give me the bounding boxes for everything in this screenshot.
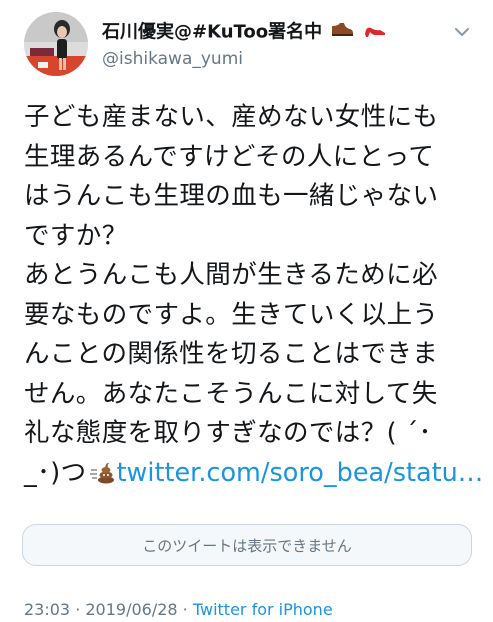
tweet-time[interactable]: 23:03 (24, 600, 70, 619)
tweet-line: 生理あるんですけどその人にとって (24, 141, 435, 172)
tweet-source-link[interactable]: Twitter for iPhone (193, 600, 333, 619)
tweet-link[interactable]: twitter.com/soro_bea/statu… (117, 458, 484, 488)
avatar[interactable] (24, 12, 88, 76)
display-name[interactable]: 石川優実@#KuToo署名中 (102, 22, 322, 43)
quoted-tweet-notice: このツイートは表示できません (142, 536, 352, 555)
chevron-down-icon[interactable] (450, 20, 474, 44)
tweet-last-line: _･)つ twitter.com/soro_bea/statu… (24, 454, 483, 498)
tweet-date[interactable]: 2019/06/28 (85, 600, 177, 619)
tweet-line: んことの関係性を切ることはできま (24, 339, 439, 369)
display-name-row[interactable]: 石川優実@#KuToo署名中 (102, 20, 387, 45)
quoted-tweet-unavailable[interactable]: このツイートは表示できません (22, 524, 472, 566)
user-names: 石川優実@#KuToo署名中 @ishikawa_yumi (102, 20, 387, 71)
tweet-line: せん。あなたこそうんこに対して失 (24, 378, 438, 409)
poop-emoji-icon (89, 458, 115, 498)
meta-separator: · (177, 600, 193, 619)
tweet-line: 子ども産まない、産めない女性にも (24, 102, 439, 132)
user-handle[interactable]: @ishikawa_yumi (102, 47, 387, 71)
tweet-line: はうんこも生理の血も一緒じゃない (24, 181, 439, 211)
tweet-meta: 23:03 · 2019/06/28 · Twitter for iPhone (24, 600, 333, 619)
tweet-header: 石川優実@#KuToo署名中 @ishikawa_yumi (24, 12, 474, 84)
meta-separator: · (70, 600, 86, 619)
mens-shoe-icon (330, 20, 354, 45)
kaomoji-text: _･)つ (24, 457, 87, 488)
tweet-text: 子ども産まない、産めない女性にも 生理あるんですけどその人にとって はうんこも生… (24, 98, 483, 498)
avatar-image (24, 12, 88, 76)
tweet-line: 礼な態度を取りすぎなのでは？( ´･ (24, 418, 432, 448)
tweet-card: 石川優実@#KuToo署名中 @ishikawa_yumi 子ども産まない、産め… (0, 0, 493, 622)
tweet-line: あとうんこも人間が生きるために必 (24, 260, 438, 290)
high-heel-icon (363, 20, 387, 45)
tweet-line: ですか？ (24, 220, 128, 251)
tweet-line: 要なものですよ。生きていく以上う (24, 299, 439, 330)
